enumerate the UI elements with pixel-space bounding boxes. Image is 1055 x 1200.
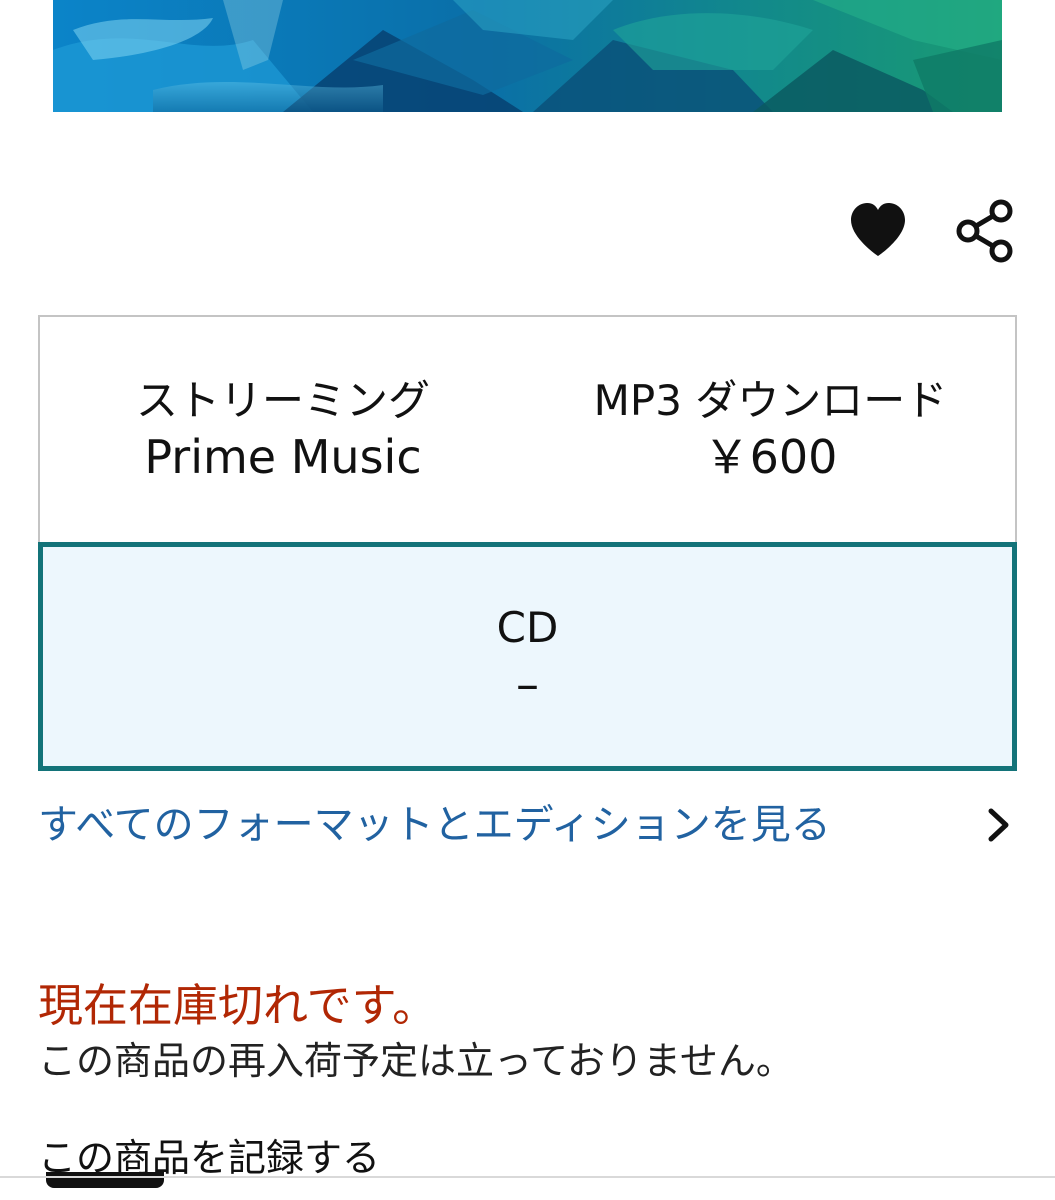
see-all-formats-link[interactable]: すべてのフォーマットとエディションを見る <box>38 796 1017 854</box>
divider <box>0 1176 1055 1178</box>
product-page: ストリーミング Prime Music MP3 ダウンロード ￥600 CD –… <box>0 0 1055 1200</box>
format-price: ￥600 <box>703 429 838 484</box>
product-actions <box>0 198 1055 264</box>
heart-icon[interactable] <box>845 198 911 264</box>
format-option-cd[interactable]: CD – <box>38 542 1017 771</box>
see-all-formats-label: すべてのフォーマットとエディションを見る <box>38 802 831 848</box>
album-cover-image[interactable] <box>53 0 1002 112</box>
format-label: MP3 ダウンロード <box>593 375 948 425</box>
restock-note: この商品の再入荷予定は立っておりません。 <box>38 1039 794 1083</box>
format-label: CD <box>496 602 559 652</box>
format-selector: ストリーミング Prime Music MP3 ダウンロード ￥600 CD – <box>38 315 1017 771</box>
format-option-streaming[interactable]: ストリーミング Prime Music <box>38 315 528 544</box>
save-link-underline <box>46 1172 164 1188</box>
chevron-right-icon <box>979 806 1017 844</box>
share-icon[interactable] <box>953 198 1019 264</box>
format-price: – <box>516 656 539 711</box>
format-label: ストリーミング <box>135 375 430 425</box>
format-price: Prime Music <box>144 429 422 484</box>
format-option-mp3[interactable]: MP3 ダウンロード ￥600 <box>526 315 1017 544</box>
availability-status: 現在在庫切れです。 <box>38 979 438 1032</box>
